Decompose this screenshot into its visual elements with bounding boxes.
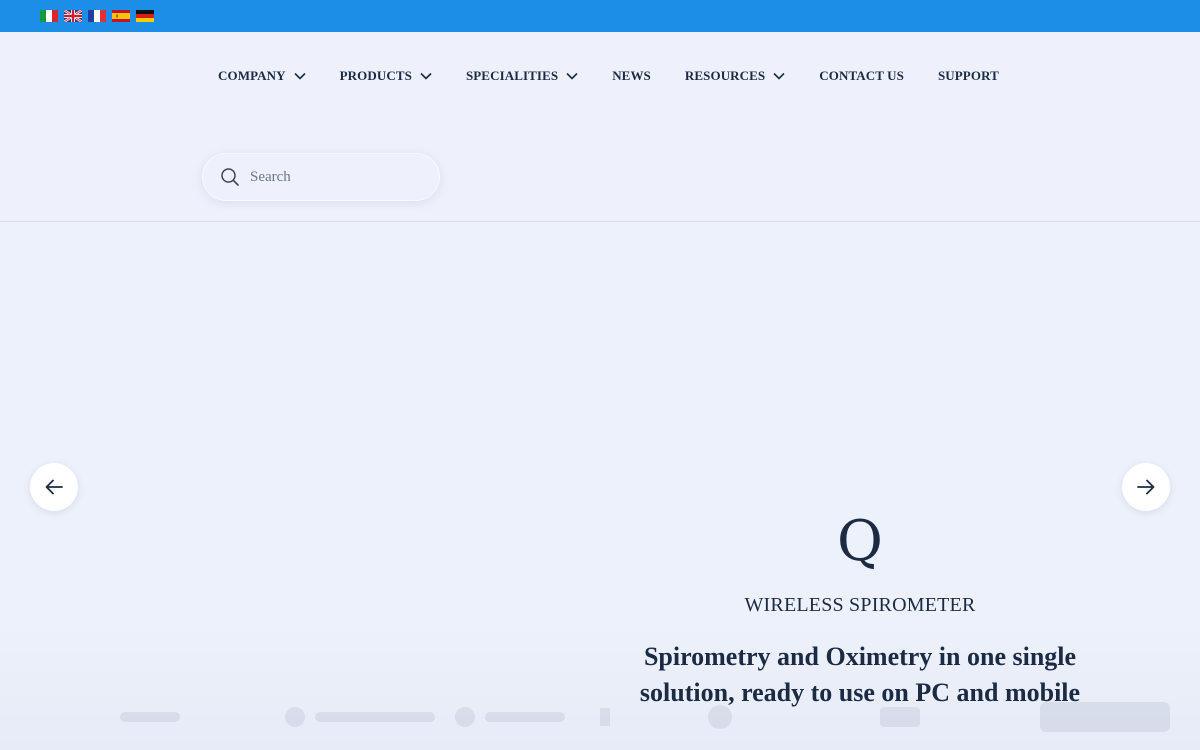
slide-subtitle: WIRELESS SPIROMETER (744, 594, 976, 616)
slide-headline: Spirometry and Oximetry in one single so… (620, 639, 1100, 711)
nav-label-contact-us: CONTACT US (819, 68, 904, 83)
chevron-down-icon (773, 72, 785, 80)
chevron-down-icon (566, 72, 578, 80)
nav-item-products[interactable]: PRODUCTS (340, 68, 432, 84)
faint-background-strip (120, 702, 1170, 732)
chevron-down-icon (420, 72, 432, 80)
italy-flag-icon[interactable] (40, 10, 58, 22)
france-flag-icon[interactable] (88, 10, 106, 22)
nav-item-news[interactable]: NEWS (612, 68, 651, 84)
nav-item-support[interactable]: SUPPORT (938, 68, 999, 84)
nav-label-resources: RESOURCES (684, 68, 766, 83)
nav-item-company[interactable]: COMPANY (218, 68, 306, 84)
nav-item-specialities[interactable]: SPECIALITIES (466, 68, 578, 84)
nav-label-specialities: SPECIALITIES (465, 68, 559, 83)
slider-next-button[interactable] (1122, 463, 1170, 511)
nav-label-company: COMPANY (218, 68, 286, 83)
nav-label-support: SUPPORT (937, 68, 999, 83)
language-selector (40, 10, 154, 22)
spain-flag-icon[interactable] (112, 10, 130, 22)
arrow-left-icon (45, 479, 63, 495)
germany-flag-icon[interactable] (136, 10, 154, 22)
product-logo-letter: Q (837, 509, 883, 574)
slide-headline-line-1: Spirometry and Oximetry in one single (643, 642, 1077, 671)
slider-prev-button[interactable] (30, 463, 78, 511)
main-nav: COMPANY PRODUCTS SPECIALITIES NEWS RESOU… (218, 68, 999, 84)
search-box (202, 153, 440, 201)
nav-label-products: PRODUCTS (339, 68, 412, 83)
top-bar (0, 0, 1200, 32)
uk-flag-icon[interactable] (64, 10, 82, 22)
slide-caption: Q WIRELESS SPIROMETER Spirometry and Oxi… (620, 507, 1100, 711)
search-input[interactable] (250, 168, 420, 186)
arrow-right-icon (1137, 479, 1155, 495)
hero-slider: Q WIRELESS SPIROMETER Spirometry and Oxi… (0, 222, 1200, 750)
search-icon[interactable] (220, 167, 240, 187)
nav-label-news: NEWS (612, 68, 651, 83)
nav-item-contact-us[interactable]: CONTACT US (819, 68, 904, 84)
site-header: COMPANY PRODUCTS SPECIALITIES NEWS RESOU… (0, 32, 1200, 222)
nav-item-resources[interactable]: RESOURCES (685, 68, 785, 84)
chevron-down-icon (294, 72, 306, 80)
